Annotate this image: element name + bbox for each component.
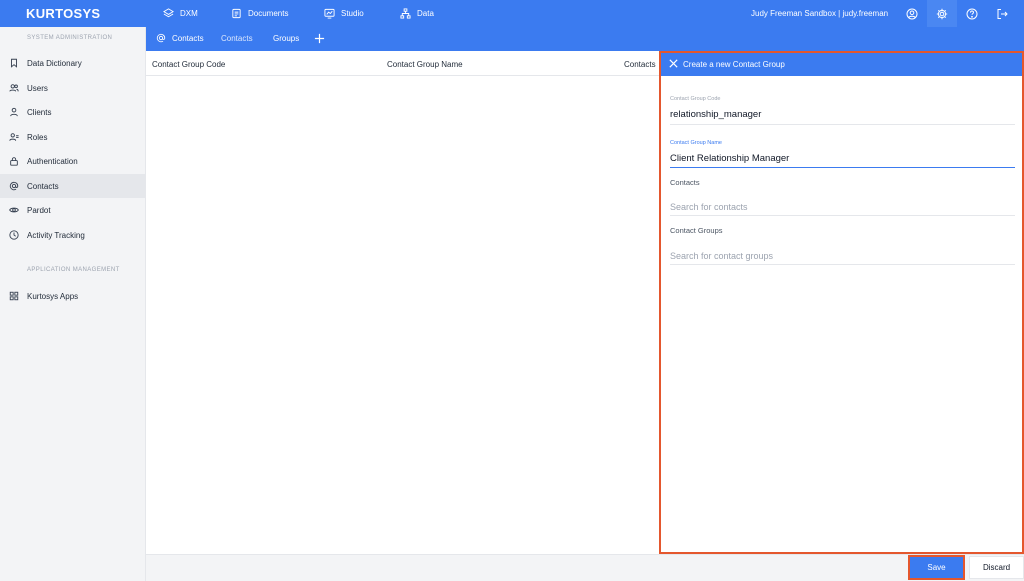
footer-bar xyxy=(146,554,1024,581)
kurtosys-logo[interactable]: KURTOSYS xyxy=(26,6,100,21)
contacts-search-input[interactable]: Search for contacts xyxy=(670,202,748,212)
bookmark-icon xyxy=(9,58,19,68)
nav-label: Studio xyxy=(341,9,364,18)
nav-label: Data xyxy=(417,9,434,18)
tab-contacts-section[interactable]: Contacts xyxy=(172,34,204,43)
sidebar-item-contacts[interactable]: Contacts xyxy=(0,174,146,198)
close-panel-button[interactable] xyxy=(668,58,679,69)
contacts-search-underline xyxy=(670,215,1015,216)
help-icon xyxy=(966,8,978,19)
sidebar-item-label: Authentication xyxy=(27,157,78,166)
sidebar-item-label: Roles xyxy=(27,133,48,142)
eye-icon xyxy=(9,205,19,215)
name-field[interactable]: Client Relationship Manager xyxy=(670,153,789,164)
profile-button[interactable] xyxy=(897,0,927,27)
users-icon xyxy=(9,83,19,93)
sidebar-item-clients[interactable]: Clients xyxy=(0,100,146,124)
nav-label: Documents xyxy=(248,9,289,18)
contact-groups-search-underline xyxy=(670,264,1015,265)
sidebar-item-label: Contacts xyxy=(27,182,59,191)
nav-label: DXM xyxy=(180,9,198,18)
nav-data[interactable]: Data xyxy=(400,0,434,27)
contact-groups-search-input[interactable]: Search for contact groups xyxy=(670,251,773,261)
user-account-label[interactable]: Judy Freeman Sandbox | judy.freeman xyxy=(751,9,888,18)
studio-icon xyxy=(324,8,335,19)
sidebar-heading-system: SYSTEM ADMINISTRATION xyxy=(27,35,113,41)
close-icon xyxy=(669,59,678,68)
user-roles-icon xyxy=(9,132,19,142)
grid-icon xyxy=(9,291,19,301)
sidebar-item-kurtosys-apps[interactable]: Kurtosys Apps xyxy=(0,284,146,308)
hierarchy-icon xyxy=(400,8,411,19)
column-header-code[interactable]: Contact Group Code xyxy=(152,60,225,69)
code-field[interactable]: relationship_manager xyxy=(670,109,761,120)
contact-groups-label: Contact Groups xyxy=(670,226,723,235)
code-field-underline xyxy=(670,124,1015,125)
name-field-underline xyxy=(670,167,1015,168)
sidebar-item-label: Pardot xyxy=(27,206,51,215)
plus-icon xyxy=(314,33,325,44)
sidebar-item-users[interactable]: Users xyxy=(0,76,146,100)
panel-title: Create a new Contact Group xyxy=(683,60,785,69)
panel-header: Create a new Contact Group xyxy=(661,53,1022,76)
nav-dxm[interactable]: DXM xyxy=(163,0,198,27)
profile-icon xyxy=(906,8,918,19)
at-icon xyxy=(156,33,166,43)
sidebar-item-label: Users xyxy=(27,84,48,93)
sidebar-item-pardot[interactable]: Pardot xyxy=(0,198,146,222)
sub-navigation-bar: Contacts Contacts Groups xyxy=(146,27,1024,51)
gear-icon xyxy=(936,8,948,19)
sidebar: SYSTEM ADMINISTRATION Data Dictionary Us… xyxy=(0,27,146,581)
sidebar-item-label: Activity Tracking xyxy=(27,231,85,240)
layers-icon xyxy=(163,8,174,18)
user-icon xyxy=(9,107,19,117)
tab-groups[interactable]: Groups xyxy=(273,34,299,43)
sidebar-item-data-dictionary[interactable]: Data Dictionary xyxy=(0,51,146,75)
add-group-button[interactable] xyxy=(314,33,325,44)
sidebar-item-label: Data Dictionary xyxy=(27,59,82,68)
create-contact-group-panel: Create a new Contact Group Contact Group… xyxy=(659,51,1024,554)
code-field-label: Contact Group Code xyxy=(670,96,721,102)
contact-groups-table: Contact Group Code Contact Group Name Co… xyxy=(146,51,659,554)
sidebar-item-activity-tracking[interactable]: Activity Tracking xyxy=(0,223,146,247)
sidebar-item-label: Kurtosys Apps xyxy=(27,292,79,301)
column-header-contacts[interactable]: Contacts xyxy=(624,60,656,69)
sidebar-item-label: Clients xyxy=(27,108,52,117)
contacts-label: Contacts xyxy=(670,178,700,187)
top-bar: KURTOSYS DXM Documents Studio Data Judy … xyxy=(0,0,1024,27)
nav-documents[interactable]: Documents xyxy=(231,0,288,27)
logout-icon xyxy=(997,8,1008,19)
at-icon xyxy=(9,181,19,191)
sidebar-item-authentication[interactable]: Authentication xyxy=(0,149,146,173)
tab-contacts[interactable]: Contacts xyxy=(221,34,253,43)
name-field-label: Contact Group Name xyxy=(670,140,722,146)
documents-icon xyxy=(232,8,241,19)
lock-icon xyxy=(9,156,19,166)
save-button[interactable]: Save xyxy=(908,555,965,580)
column-header-name[interactable]: Contact Group Name xyxy=(387,60,463,69)
help-button[interactable] xyxy=(957,0,987,27)
logout-button[interactable] xyxy=(987,0,1017,27)
settings-button[interactable] xyxy=(927,0,957,27)
sidebar-item-roles[interactable]: Roles xyxy=(0,125,146,149)
sidebar-heading-app: APPLICATION MANAGEMENT xyxy=(27,267,120,273)
table-header: Contact Group Code Contact Group Name Co… xyxy=(146,51,659,76)
discard-button[interactable]: Discard xyxy=(969,556,1024,579)
clock-icon xyxy=(9,230,19,240)
nav-studio[interactable]: Studio xyxy=(324,0,364,27)
